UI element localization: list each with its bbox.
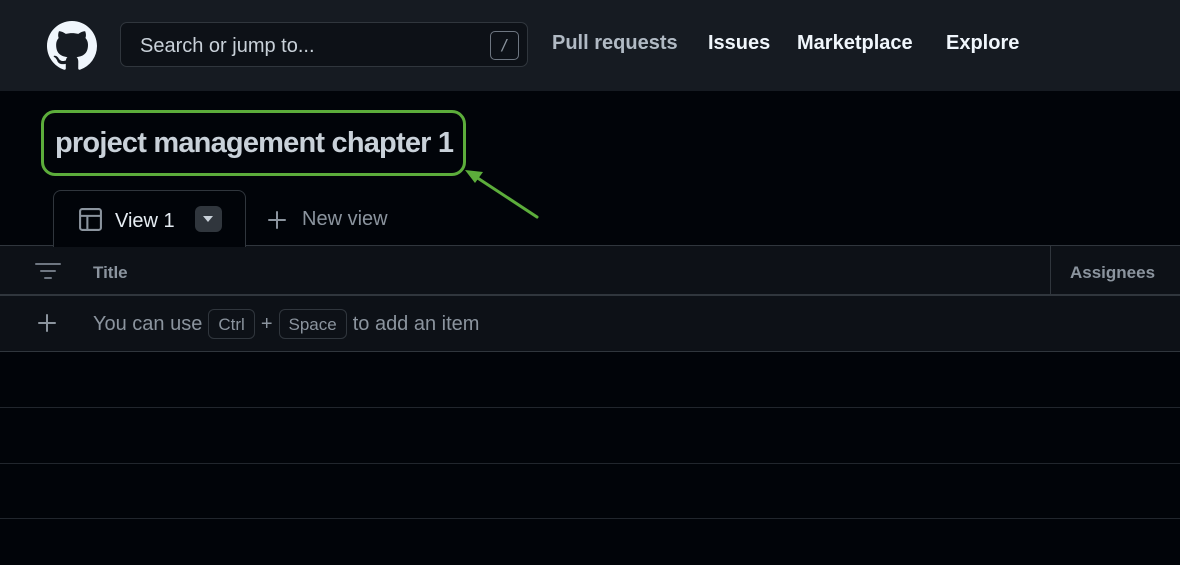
add-item-hint: You can use Ctrl + Space to add an item	[93, 309, 480, 339]
add-item-plus-icon[interactable]	[37, 313, 57, 333]
search-placeholder: Search or jump to...	[140, 35, 315, 57]
hint-suffix: to add an item	[352, 312, 480, 335]
nav-explore[interactable]: Explore	[946, 32, 1019, 55]
filter-icon[interactable]	[35, 261, 61, 281]
column-header-title[interactable]: Title	[93, 263, 128, 283]
github-logo-icon[interactable]	[47, 21, 97, 71]
view-options-dropdown-button[interactable]	[195, 206, 222, 232]
table-row	[0, 408, 1180, 464]
hint-plus: +	[260, 312, 273, 335]
new-view-label: New view	[302, 208, 388, 230]
tab-label: View 1	[115, 210, 175, 232]
column-divider[interactable]	[1050, 246, 1051, 294]
space-key: Space	[278, 309, 347, 339]
search-shortcut-key: /	[490, 31, 519, 60]
ctrl-key: Ctrl	[208, 309, 255, 339]
table-row	[0, 352, 1180, 408]
nav-pull-requests[interactable]: Pull requests	[552, 32, 678, 55]
column-header-assignees[interactable]: Assignees	[1070, 263, 1155, 283]
plus-icon	[268, 211, 286, 229]
search-input[interactable]: Search or jump to... /	[120, 22, 528, 67]
table-icon	[79, 208, 102, 231]
project-title[interactable]: project management chapter 1	[55, 127, 454, 160]
annotation-arrow-icon	[465, 170, 539, 219]
add-item-row[interactable]: You can use Ctrl + Space to add an item	[0, 296, 1180, 352]
top-header: Search or jump to... / Pull requests Iss…	[0, 0, 1180, 91]
hint-prefix: You can use	[93, 312, 203, 335]
title-highlight-box: project management chapter 1	[41, 110, 466, 176]
tab-view-1[interactable]: View 1	[53, 190, 246, 247]
project-table: Title Assignees You can use Ctrl + Space…	[0, 245, 1180, 565]
table-row	[0, 463, 1180, 519]
nav-marketplace[interactable]: Marketplace	[797, 32, 913, 55]
table-header-row: Title Assignees	[0, 246, 1180, 296]
nav-issues[interactable]: Issues	[708, 32, 770, 55]
